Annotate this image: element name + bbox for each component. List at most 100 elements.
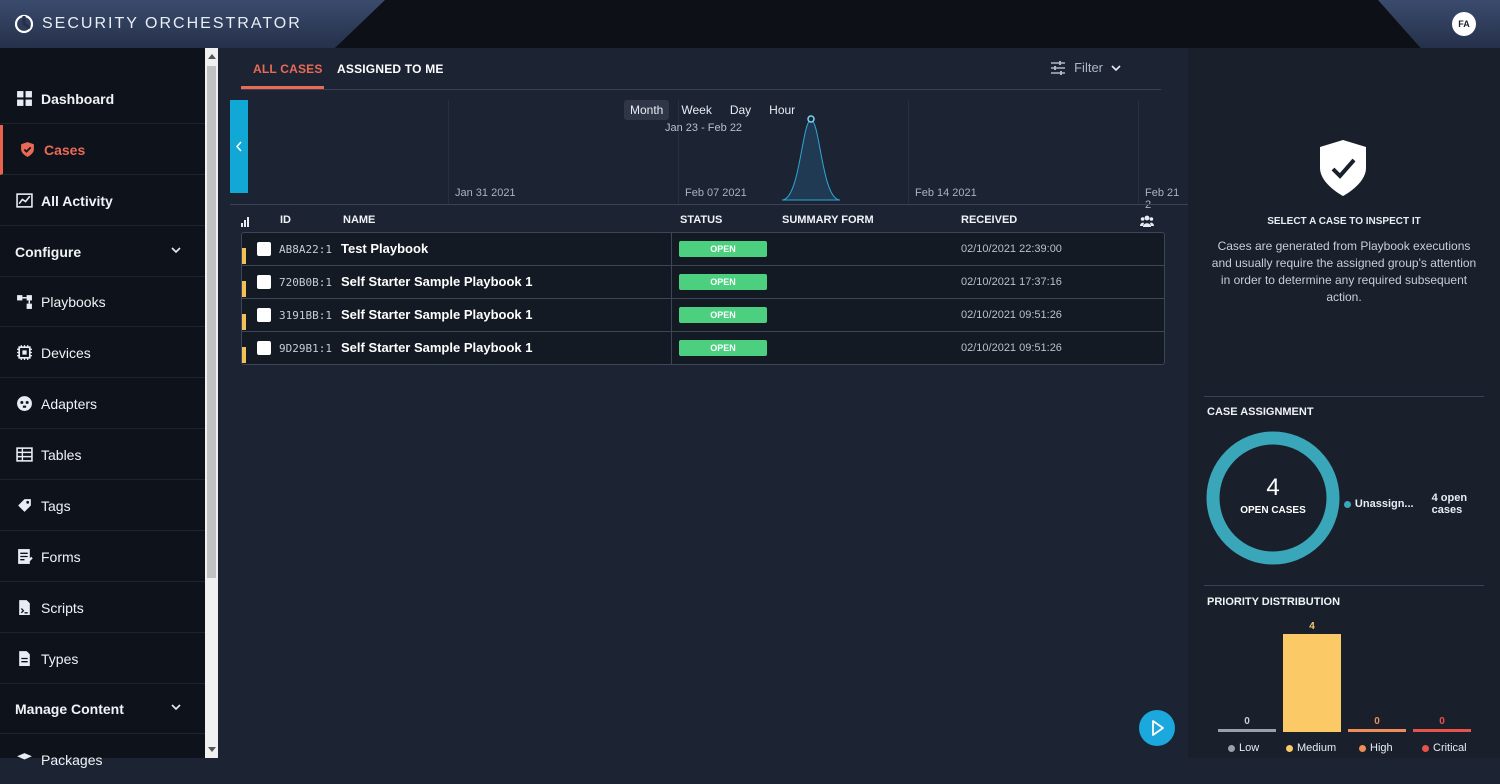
sidebar-item-dashboard[interactable]: Dashboard <box>0 74 205 124</box>
legend-medium[interactable]: Medium <box>1286 742 1336 754</box>
status-badge: OPEN <box>679 241 767 257</box>
assignment-legend[interactable]: Unassign... 4 open cases <box>1344 492 1500 516</box>
app-title: SECURITY ORCHESTRATOR <box>42 15 302 32</box>
row-checkbox[interactable] <box>257 275 271 289</box>
priority-bar-low[interactable] <box>1218 729 1276 732</box>
column-header-name[interactable]: NAME <box>343 214 375 226</box>
priority-bar-value: 0 <box>1439 716 1445 727</box>
case-name[interactable]: Self Starter Sample Playbook 1 <box>341 307 532 322</box>
table-row[interactable]: AB8A22:1 Test Playbook OPEN 02/10/2021 2… <box>242 233 1164 266</box>
filter-button[interactable]: Filter <box>1050 60 1121 75</box>
activity-chart-icon <box>16 193 33 208</box>
sidebar-item-devices[interactable]: Devices <box>0 328 205 378</box>
case-id: AB8A22:1 <box>279 243 332 256</box>
form-icon <box>18 549 33 564</box>
case-received: 02/10/2021 22:39:00 <box>961 243 1062 255</box>
open-cases-count: 4 <box>1266 474 1280 501</box>
column-header-status[interactable]: STATUS <box>680 214 722 226</box>
run-playbook-button[interactable] <box>1139 710 1175 746</box>
table-row[interactable]: 3191BB:1 Self Starter Sample Playbook 1 … <box>242 299 1164 332</box>
legend-label: Low <box>1239 742 1260 754</box>
sidebar-section-label: Configure <box>15 243 82 260</box>
sidebar-item-cases[interactable]: Cases <box>0 125 205 175</box>
filter-label: Filter <box>1074 60 1103 75</box>
sidebar-item-scripts[interactable]: Scripts <box>0 583 205 633</box>
table-row[interactable]: 9D29B1:1 Self Starter Sample Playbook 1 … <box>242 332 1164 365</box>
table-icon <box>16 447 33 462</box>
priority-bar-critical[interactable] <box>1413 729 1471 732</box>
priority-bar-medium[interactable] <box>1283 634 1341 732</box>
priority-distribution-title: PRIORITY DISTRIBUTION <box>1207 596 1341 608</box>
case-id: 9D29B1:1 <box>279 342 332 355</box>
sidebar-item-label: Playbooks <box>41 293 106 310</box>
legend-dot-icon <box>1344 500 1351 508</box>
scroll-down-arrow-icon[interactable] <box>208 747 216 752</box>
section-divider <box>1204 396 1484 397</box>
row-checkbox[interactable] <box>257 308 271 322</box>
package-icon <box>17 753 32 760</box>
sidebar: Dashboard Cases All Activity Configure P… <box>0 48 205 784</box>
sidebar-item-label: Adapters <box>41 395 98 412</box>
timeline-tick-label: Feb 07 2021 <box>685 187 747 199</box>
priority-bar-high[interactable] <box>1348 729 1406 732</box>
case-name[interactable]: Self Starter Sample Playbook 1 <box>341 274 532 289</box>
shield-check-icon <box>1320 140 1366 196</box>
case-name[interactable]: Self Starter Sample Playbook 1 <box>341 340 532 355</box>
legend-critical[interactable]: Critical <box>1422 742 1467 754</box>
user-avatar[interactable]: FA <box>1452 12 1476 36</box>
sidebar-item-label: Types <box>41 650 79 667</box>
priority-bar-value: 4 <box>1309 621 1315 632</box>
status-badge: OPEN <box>679 340 767 356</box>
top-bar: SECURITY ORCHESTRATOR FA <box>0 0 1500 48</box>
sidebar-item-types[interactable]: Types <box>0 634 205 684</box>
row-checkbox[interactable] <box>257 341 271 355</box>
priority-bar-value: 0 <box>1244 716 1250 727</box>
sidebar-scrollbar[interactable] <box>205 48 218 758</box>
priority-marker <box>242 281 246 297</box>
chip-icon <box>17 345 32 360</box>
sidebar-item-label: Forms <box>41 548 81 565</box>
sidebar-item-tables[interactable]: Tables <box>0 430 205 480</box>
sidebar-item-packages[interactable]: Packages <box>0 734 205 784</box>
legend-dot-icon <box>1359 744 1366 752</box>
column-divider <box>671 332 672 365</box>
row-checkbox[interactable] <box>257 242 271 256</box>
column-divider <box>671 299 672 332</box>
sidebar-section-manage-content[interactable]: Manage Content <box>0 684 205 734</box>
sidebar-item-playbooks[interactable]: Playbooks <box>0 277 205 327</box>
legend-low[interactable]: Low <box>1228 742 1259 754</box>
chevron-down-icon <box>1111 64 1121 71</box>
legend-count: 4 open cases <box>1431 492 1468 516</box>
tab-assigned-to-me[interactable]: ASSIGNED TO ME <box>337 62 444 76</box>
case-timeline: Month Week Day Hour Jan 23 - Feb 22 Jan … <box>230 100 1188 211</box>
scroll-up-arrow-icon[interactable] <box>208 54 216 59</box>
chevron-down-icon <box>171 704 181 711</box>
sidebar-item-all-activity[interactable]: All Activity <box>0 176 205 226</box>
legend-high[interactable]: High <box>1359 742 1393 754</box>
column-header-summary-form[interactable]: SUMMARY FORM <box>782 214 874 226</box>
case-name[interactable]: Test Playbook <box>341 241 428 256</box>
chevron-down-icon <box>171 247 181 254</box>
sidebar-item-adapters[interactable]: Adapters <box>0 379 205 429</box>
case-id: 3191BB:1 <box>279 309 332 322</box>
priority-distribution-chart: 0 4 0 0 Low Medium High Critical <box>1206 618 1496 758</box>
sidebar-item-forms[interactable]: Forms <box>0 532 205 582</box>
sidebar-section-configure[interactable]: Configure <box>0 227 205 277</box>
timeline-tick-label: Jan 31 2021 <box>455 187 516 199</box>
column-header-id[interactable]: ID <box>280 214 291 226</box>
brand-area: SECURITY ORCHESTRATOR <box>0 0 385 48</box>
column-divider <box>671 266 672 299</box>
sidebar-section-label: Manage Content <box>15 700 124 717</box>
inspect-title: SELECT A CASE TO INSPECT IT <box>1267 216 1421 227</box>
tab-all-cases[interactable]: ALL CASES <box>253 62 323 76</box>
table-row[interactable]: 720B0B:1 Self Starter Sample Playbook 1 … <box>242 266 1164 299</box>
column-header-received[interactable]: RECEIVED <box>961 214 1017 226</box>
cases-table: AB8A22:1 Test Playbook OPEN 02/10/2021 2… <box>241 232 1165 365</box>
legend-label: Medium <box>1297 742 1337 754</box>
sidebar-item-label: All Activity <box>41 192 113 209</box>
sidebar-item-tags[interactable]: Tags <box>0 481 205 531</box>
timeline-tick-label: Feb 14 2021 <box>915 187 977 199</box>
scrollbar-thumb[interactable] <box>207 66 216 578</box>
users-icon[interactable] <box>1140 215 1154 227</box>
sort-priority-icon[interactable] <box>241 215 251 227</box>
